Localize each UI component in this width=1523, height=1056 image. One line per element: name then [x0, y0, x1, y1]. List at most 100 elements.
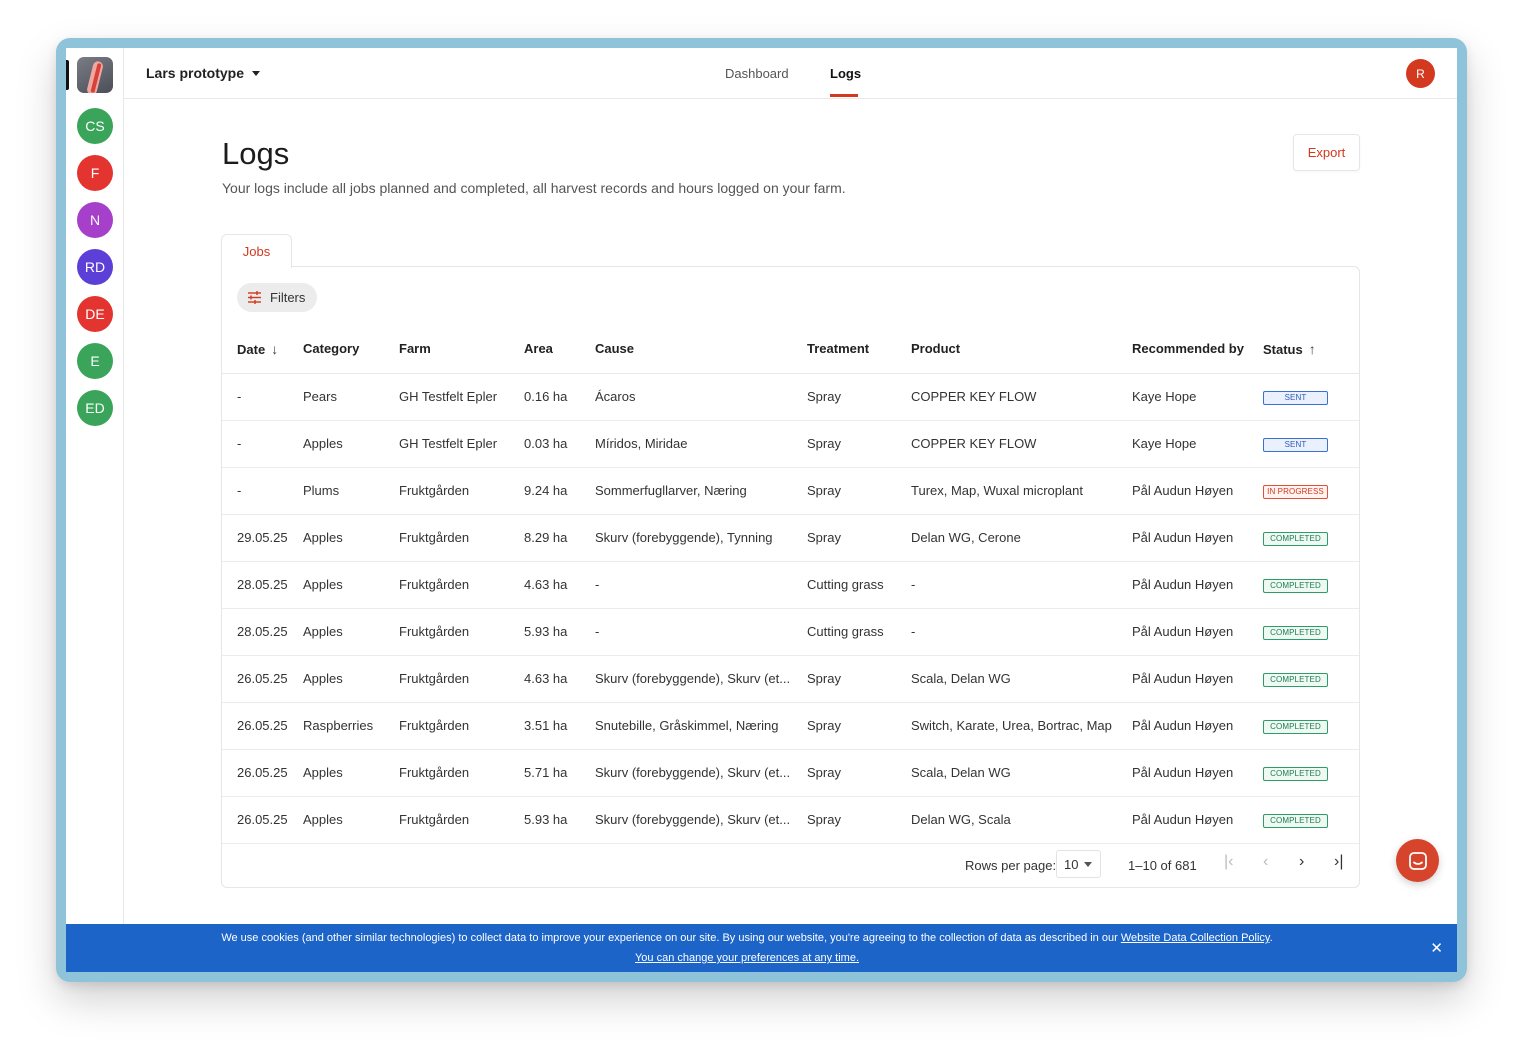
chevron-down-icon [1084, 861, 1093, 867]
table-row[interactable]: 28.05.25 Apples Fruktgården 4.63 ha - Cutting… [222, 561, 1359, 609]
previous-page-icon[interactable]: ‹ [1263, 853, 1268, 871]
column-header-product[interactable]: Product [911, 325, 1132, 374]
chat-icon [1408, 851, 1427, 870]
table-row[interactable]: - Pears GH Testfelt Epler 0.16 ha Ácaros Spra… [222, 373, 1359, 421]
table-row[interactable]: 26.05.25 Apples Fruktgården 5.93 ha Skurv (f… [222, 796, 1359, 844]
cell-category: Apples [303, 749, 399, 797]
table-header-row: Date ↓ Category Farm Area Cause Treatment… [222, 325, 1359, 374]
table-row[interactable]: 26.05.25 Apples Fruktgården 4.63 ha Skurv (f… [222, 655, 1359, 703]
cell-status: COMPLETED [1263, 749, 1359, 797]
cell-status: IN PROGRESS [1263, 467, 1359, 515]
status-badge: COMPLETED [1263, 626, 1328, 640]
cell-product: Turex, Map, Wuxal microplant [911, 467, 1132, 515]
column-header-status[interactable]: Status ↑ [1263, 325, 1359, 374]
jobs-table: Date ↓ Category Farm Area Cause Treatment… [222, 325, 1359, 844]
cell-date: 28.05.25 [222, 608, 303, 656]
chevron-down-icon [252, 70, 261, 76]
next-page-icon[interactable]: › [1299, 853, 1304, 871]
cell-farm: GH Testfelt Epler [399, 373, 524, 421]
cell-recommended-by: Pål Audun Høyen [1132, 561, 1263, 609]
table-row[interactable]: 26.05.25 Apples Fruktgården 5.71 ha Skurv (f… [222, 749, 1359, 797]
nav-tab-dashboard[interactable]: Dashboard [725, 66, 789, 81]
cell-status: COMPLETED [1263, 514, 1359, 562]
column-header-farm[interactable]: Farm [399, 325, 524, 374]
workspace-logo-icon[interactable] [77, 57, 113, 93]
cell-date: - [222, 373, 303, 421]
table-row[interactable]: 29.05.25 Apples Fruktgården 8.29 ha Skurv (f… [222, 514, 1359, 562]
close-icon[interactable]: ✕ [1430, 939, 1443, 957]
workspace-avatar[interactable]: RD [77, 249, 113, 285]
column-header-category[interactable]: Category [303, 325, 399, 374]
workspace-avatar[interactable]: E [77, 343, 113, 379]
chat-launcher-button[interactable] [1396, 839, 1439, 882]
cell-cause: Snutebille, Gråskimmel, Næring [595, 702, 807, 750]
cell-category: Plums [303, 467, 399, 515]
workspace-avatar[interactable]: ED [77, 390, 113, 426]
last-page-icon[interactable]: ›| [1334, 853, 1343, 871]
cell-product: Scala, Delan WG [911, 749, 1132, 797]
arrow-down-icon: ↓ [271, 340, 279, 357]
cell-date: 26.05.25 [222, 655, 303, 703]
arrow-up-icon: ↑ [1308, 340, 1316, 357]
cell-date: 26.05.25 [222, 796, 303, 844]
user-avatar[interactable]: R [1406, 59, 1435, 88]
cell-recommended-by: Kaye Hope [1132, 373, 1263, 421]
filters-button[interactable]: Filters [237, 283, 317, 312]
cell-treatment: Spray [807, 467, 911, 515]
column-header-treatment[interactable]: Treatment [807, 325, 911, 374]
table-row[interactable]: 28.05.25 Apples Fruktgården 5.93 ha - Cutting… [222, 608, 1359, 656]
cell-recommended-by: Pål Audun Høyen [1132, 749, 1263, 797]
cell-product: COPPER KEY FLOW [911, 420, 1132, 468]
table-row[interactable]: 26.05.25 Raspberries Fruktgården 3.51 ha Snu… [222, 702, 1359, 750]
rows-per-page-label: Rows per page: [965, 858, 1057, 873]
cell-treatment: Spray [807, 749, 911, 797]
workspace-avatar[interactable]: DE [77, 296, 113, 332]
cell-cause: Skurv (forebyggende), Tynning [595, 514, 807, 562]
cell-farm: Fruktgården [399, 796, 524, 844]
logs-card: Filters Date ↓ Category Farm Area Cause T… [221, 266, 1360, 888]
data-policy-link[interactable]: Website Data Collection Policy [1121, 932, 1270, 944]
pagination: Rows per page: 10 1–10 of 681 |‹ ‹ › ›| [222, 841, 1359, 887]
cookie-text: We use cookies (and other similar techno… [221, 932, 1118, 944]
cell-farm: Fruktgården [399, 749, 524, 797]
cell-date: 26.05.25 [222, 749, 303, 797]
cell-recommended-by: Pål Audun Høyen [1132, 514, 1263, 562]
column-header-recommended-by[interactable]: Recommended by [1132, 325, 1263, 374]
cell-farm: Fruktgården [399, 514, 524, 562]
app-window: CS F N RD DE E ED Lars prototype Dashboard Log… [66, 48, 1457, 972]
cell-cause: Skurv (forebyggende), Skurv (et... [595, 796, 807, 844]
top-bar: Lars prototype Dashboard Logs R [124, 48, 1457, 99]
cell-area: 0.16 ha [524, 373, 595, 421]
workspace-avatar[interactable]: F [77, 155, 113, 191]
tab-jobs[interactable]: Jobs [221, 234, 292, 268]
rows-per-page-select[interactable]: 10 [1056, 850, 1101, 878]
farm-selector[interactable]: Lars prototype [146, 65, 261, 81]
workspace-avatar[interactable]: N [77, 202, 113, 238]
pagination-range: 1–10 of 681 [1128, 858, 1197, 873]
nav-tab-logs[interactable]: Logs [830, 66, 861, 81]
cookie-banner: We use cookies (and other similar techno… [66, 924, 1457, 972]
table-row[interactable]: - Apples GH Testfelt Epler 0.03 ha Míridos, … [222, 420, 1359, 468]
cell-product: COPPER KEY FLOW [911, 373, 1132, 421]
workspace-avatar[interactable]: CS [77, 108, 113, 144]
column-header-date[interactable]: Date ↓ [222, 325, 303, 374]
filters-label: Filters [270, 290, 306, 305]
cell-farm: Fruktgården [399, 608, 524, 656]
cookie-text-line: We use cookies (and other similar techno… [221, 932, 1273, 944]
cell-category: Raspberries [303, 702, 399, 750]
status-badge: IN PROGRESS [1263, 485, 1328, 499]
export-button[interactable]: Export [1293, 134, 1360, 171]
cell-area: 5.93 ha [524, 608, 595, 656]
table-row[interactable]: - Plums Fruktgården 9.24 ha Sommerfugllarver… [222, 467, 1359, 515]
first-page-icon[interactable]: |‹ [1224, 853, 1233, 871]
column-header-area[interactable]: Area [524, 325, 595, 374]
cell-area: 9.24 ha [524, 467, 595, 515]
cell-status: COMPLETED [1263, 655, 1359, 703]
preferences-link[interactable]: You can change your preferences at any t… [66, 952, 1428, 964]
cell-treatment: Spray [807, 514, 911, 562]
cell-area: 4.63 ha [524, 561, 595, 609]
cell-recommended-by: Pål Audun Høyen [1132, 796, 1263, 844]
cell-farm: Fruktgården [399, 467, 524, 515]
cell-status: COMPLETED [1263, 796, 1359, 844]
column-header-cause[interactable]: Cause [595, 325, 807, 374]
